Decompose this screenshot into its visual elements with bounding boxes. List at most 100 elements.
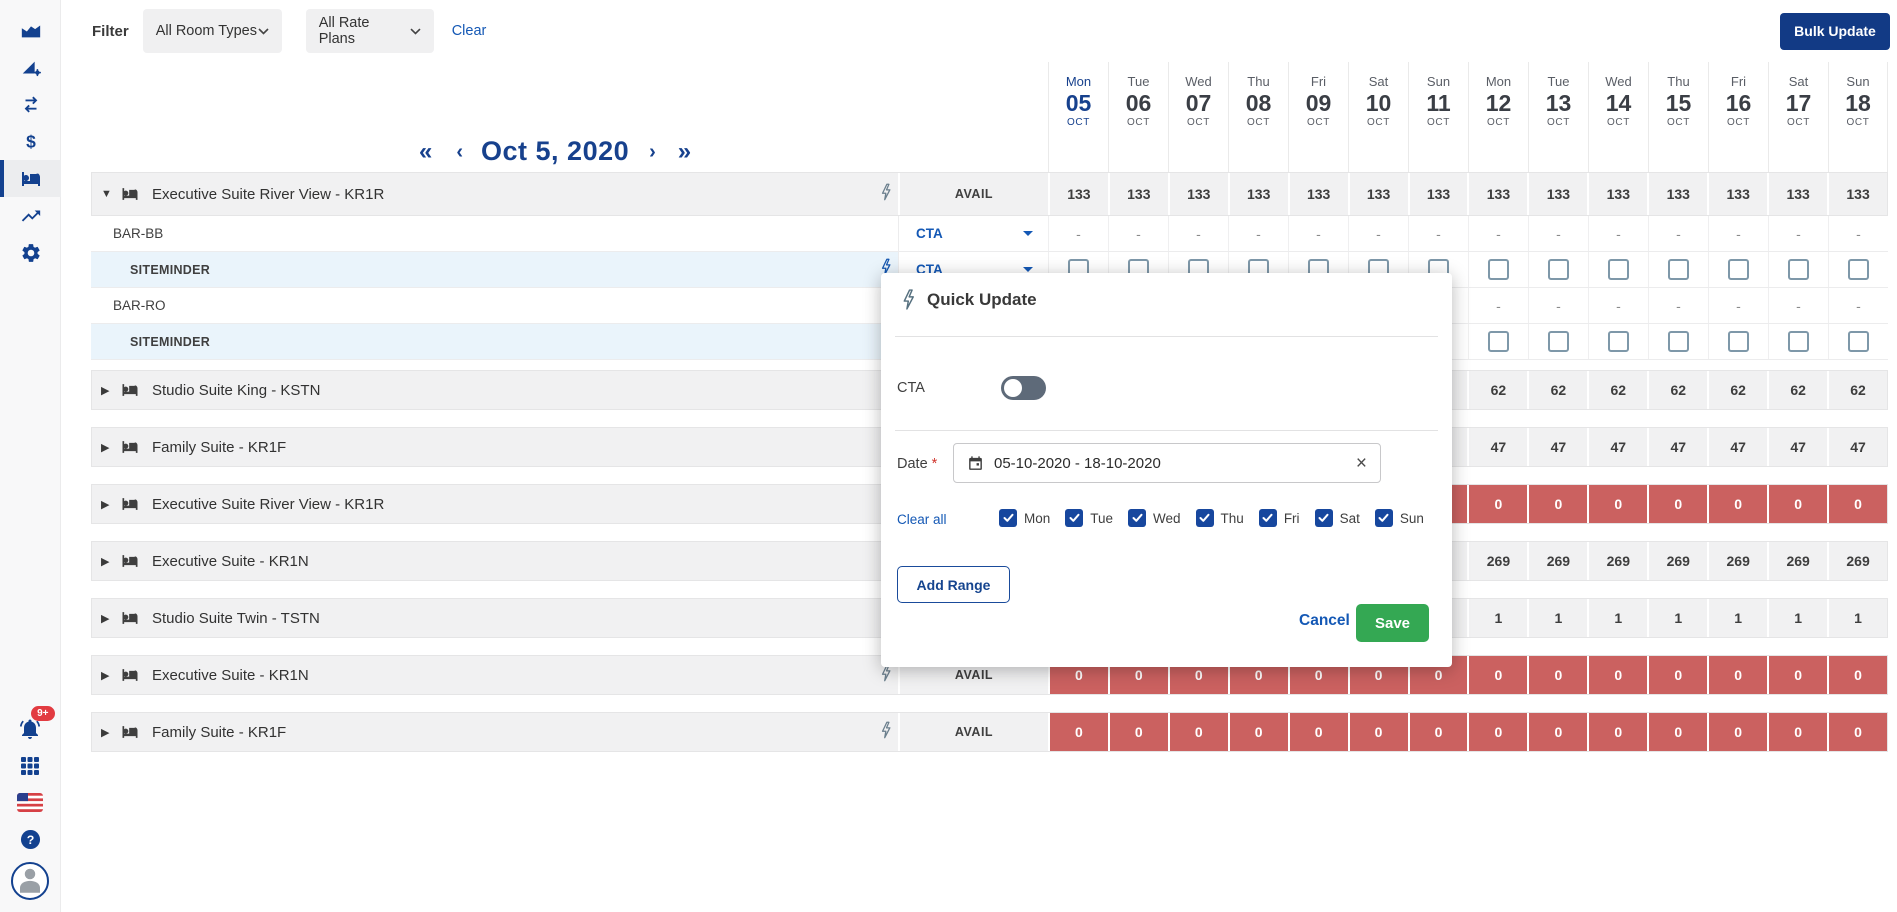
calendar-day-column[interactable]: Tue06OCT [1108, 62, 1168, 172]
weekday-checkbox-wed[interactable]: Wed [1128, 509, 1181, 527]
cta-dropdown[interactable]: CTA [898, 216, 1048, 251]
bed-icon [120, 551, 140, 571]
calendar-day-column[interactable]: Sat10OCT [1348, 62, 1408, 172]
sidebar-item-us-flag[interactable] [0, 784, 61, 821]
day-number: 10 [1349, 89, 1408, 117]
room-type-row[interactable]: ▶Family Suite - KR1FAVAIL00000000000000 [91, 712, 1888, 752]
availability-checkbox[interactable] [1788, 331, 1809, 352]
bed-icon [120, 437, 140, 457]
availability-value-cell: 0 [1647, 656, 1707, 694]
weekday-checkbox-fri[interactable]: Fri [1259, 509, 1300, 527]
clear-all-link[interactable]: Clear all [897, 512, 947, 527]
availability-checkbox[interactable] [1668, 259, 1689, 280]
availability-value-cell: 269 [1707, 542, 1767, 580]
availability-checkbox[interactable] [1668, 331, 1689, 352]
sidebar-item-bell[interactable]: 9+ [0, 710, 61, 747]
sidebar-item-help[interactable]: ? [0, 821, 61, 858]
date-range-input[interactable]: 05-10-2020 - 18-10-2020 × [953, 443, 1381, 483]
cta-toggle[interactable] [1001, 376, 1046, 400]
quick-update-bolt-icon [901, 289, 916, 310]
caret-down-icon [1023, 231, 1033, 236]
rate-plan-row: BAR-BBCTA-------------- [91, 216, 1888, 252]
checkbox-checked-icon [999, 509, 1017, 527]
calendar-day-column[interactable]: Thu15OCT [1648, 62, 1708, 172]
avail-label-cell: AVAIL [898, 173, 1048, 215]
availability-checkbox[interactable] [1488, 331, 1509, 352]
calendar-day-column[interactable]: Mon12OCT [1468, 62, 1528, 172]
availability-checkbox[interactable] [1488, 259, 1509, 280]
checkbox-checked-icon [1375, 509, 1393, 527]
quick-update-bolt-icon[interactable] [874, 713, 898, 751]
bulk-update-button[interactable]: Bulk Update [1780, 13, 1890, 50]
calendar-day-column[interactable]: Sun11OCT [1408, 62, 1468, 172]
rate-plans-select[interactable]: All Rate Plans [306, 9, 434, 53]
availability-checkbox[interactable] [1848, 259, 1869, 280]
weekday-checkbox-mon[interactable]: Mon [999, 509, 1050, 527]
sidebar-item-bed[interactable] [0, 160, 61, 197]
sidebar-item-trending-up[interactable] [0, 197, 61, 234]
weekday-checkbox-tue[interactable]: Tue [1065, 509, 1113, 527]
availability-checkbox[interactable] [1548, 259, 1569, 280]
availability-checkbox[interactable] [1728, 331, 1749, 352]
day-of-week: Tue [1529, 74, 1588, 89]
availability-checkbox[interactable] [1608, 331, 1629, 352]
availability-value-cell: 0 [1647, 485, 1707, 523]
room-type-row[interactable]: ▼Executive Suite River View - KR1RAVAIL1… [91, 172, 1888, 216]
sidebar-item-apps-grid[interactable] [0, 747, 61, 784]
calendar-day-column[interactable]: Mon05OCT [1048, 62, 1108, 172]
cta-toggle-knob [1004, 379, 1022, 397]
availability-value-cell: 62 [1767, 371, 1827, 409]
dash-cell: - [1588, 216, 1648, 251]
sidebar-item-swap-arrows[interactable] [0, 86, 61, 123]
availability-checkbox[interactable] [1608, 259, 1629, 280]
sidebar-item-analytics-gear[interactable] [0, 49, 61, 86]
month-label: OCT [1169, 117, 1228, 128]
user-avatar[interactable] [11, 862, 49, 900]
add-range-button[interactable]: Add Range [897, 566, 1010, 603]
weekday-label: Thu [1221, 511, 1244, 526]
day-of-week: Sat [1769, 74, 1828, 89]
availability-value-cell: 62 [1827, 371, 1887, 409]
availability-checkbox[interactable] [1788, 259, 1809, 280]
last-page-arrow[interactable]: » [678, 140, 691, 164]
weekday-checkbox-sat[interactable]: Sat [1315, 509, 1360, 527]
availability-value-cell: 133 [1408, 173, 1468, 215]
cancel-button[interactable]: Cancel [1299, 612, 1350, 630]
save-button[interactable]: Save [1356, 604, 1429, 642]
clear-date-icon[interactable]: × [1356, 454, 1367, 473]
first-page-arrow[interactable]: « [419, 140, 432, 164]
sidebar-item-area-chart[interactable] [0, 12, 61, 49]
calendar-day-column[interactable]: Fri09OCT [1288, 62, 1348, 172]
calendar-day-column[interactable]: Sat17OCT [1768, 62, 1828, 172]
weekday-label: Tue [1090, 511, 1113, 526]
availability-checkbox[interactable] [1548, 331, 1569, 352]
calendar-day-column[interactable]: Fri16OCT [1708, 62, 1768, 172]
weekday-checkbox-sun[interactable]: Sun [1375, 509, 1424, 527]
caret-down-icon [1023, 267, 1033, 272]
calendar-day-column[interactable]: Wed07OCT [1168, 62, 1228, 172]
calendar-day-column[interactable]: Thu08OCT [1228, 62, 1288, 172]
quick-update-bolt-icon[interactable] [874, 173, 898, 215]
month-label: OCT [1769, 117, 1828, 128]
next-arrow[interactable]: › [649, 142, 656, 162]
weekday-checkbox-thu[interactable]: Thu [1196, 509, 1244, 527]
day-number: 05 [1049, 89, 1108, 117]
room-types-select[interactable]: All Room Types [143, 9, 282, 53]
prev-arrow[interactable]: ‹ [456, 142, 463, 162]
availability-checkbox[interactable] [1728, 259, 1749, 280]
calendar-day-column[interactable]: Sun18OCT [1828, 62, 1888, 172]
sidebar-item-dollar[interactable]: $ [0, 123, 61, 160]
availability-value-cell: 133 [1168, 173, 1228, 215]
month-label: OCT [1109, 117, 1168, 128]
checkbox-cell [1588, 252, 1648, 287]
day-of-week: Sat [1349, 74, 1408, 89]
sidebar-item-gear[interactable] [0, 234, 61, 271]
us-flag-icon [17, 793, 43, 812]
availability-checkbox[interactable] [1848, 331, 1869, 352]
trending-up-icon [20, 205, 42, 227]
checkbox-cell [1468, 252, 1528, 287]
checkbox-checked-icon [1259, 509, 1277, 527]
clear-filters-link[interactable]: Clear [452, 23, 487, 39]
calendar-day-column[interactable]: Tue13OCT [1528, 62, 1588, 172]
calendar-day-column[interactable]: Wed14OCT [1588, 62, 1648, 172]
